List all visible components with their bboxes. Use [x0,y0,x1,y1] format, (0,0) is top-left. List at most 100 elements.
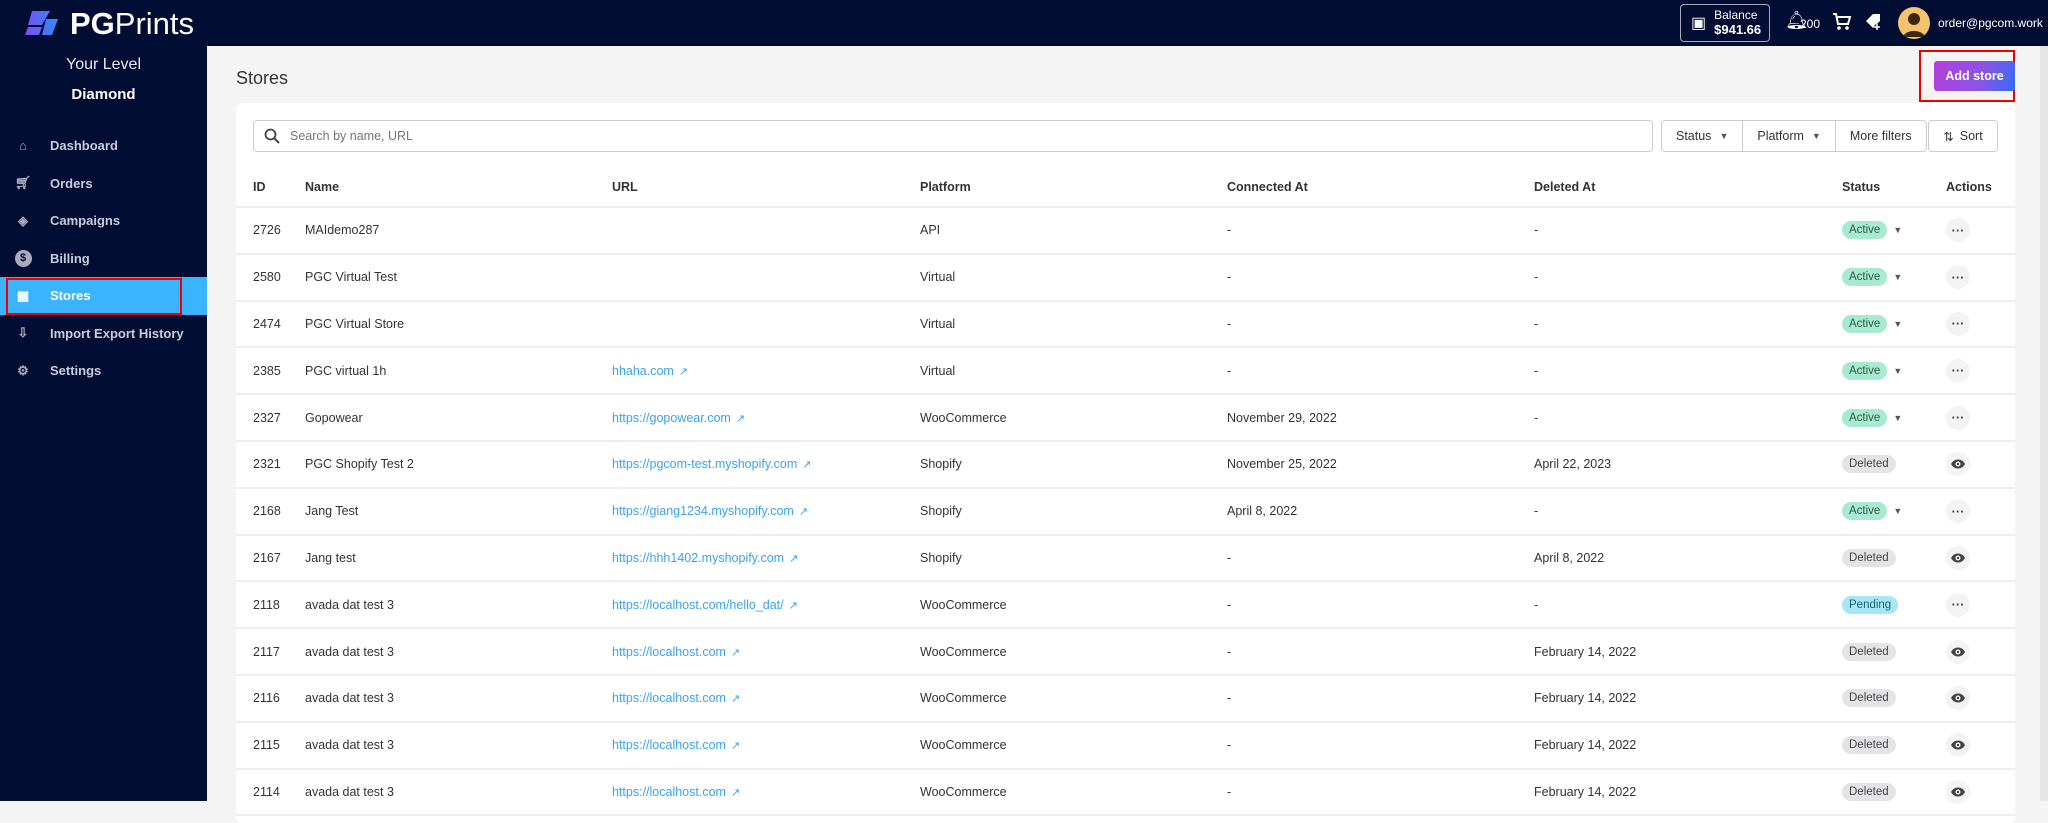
more-actions-icon[interactable]: ··· [1946,592,1970,617]
store-url-link[interactable]: https://pgcom-test.myshopify.com ↗ [612,457,811,471]
store-id: 2114 [236,768,305,817]
store-url-link[interactable]: hhaha.com ↗ [612,364,688,378]
dollar-icon: $ [14,249,32,267]
store-platform: Virtual [920,253,1227,302]
status-dropdown-icon[interactable]: ▼ [1893,366,1902,376]
sidebar-item-dashboard[interactable]: ⌂ Dashboard [0,127,207,165]
connected-at: - [1227,581,1534,630]
sidebar-item-orders[interactable]: 🛒︎ Orders [0,165,207,203]
store-url-cell [612,300,920,349]
cart-icon[interactable] [1832,12,1852,32]
store-url-link[interactable]: https://hhh1402.myshopify.com ↗ [612,551,798,565]
table-row[interactable]: 2116 avada dat test 3 https://localhost.co… [236,674,2015,723]
status-dropdown-icon[interactable]: ▼ [1893,272,1902,282]
status-dropdown-icon[interactable]: ▼ [1893,506,1902,516]
table-row[interactable]: 2167 Jang test https://hhh1402.myshopify.c… [236,534,2015,583]
balance-widget[interactable]: ▣ Balance $941.66 [1680,4,1770,42]
status-filter[interactable]: Status ▼ [1662,121,1744,151]
view-icon[interactable] [1946,452,1970,477]
view-icon[interactable] [1946,545,1970,570]
store-id: 2167 [236,534,305,583]
deleted-at: February 14, 2022 [1534,628,1842,676]
store-platform: API [920,207,1227,255]
status-badge[interactable]: Active [1842,408,1888,427]
platform-filter[interactable]: Platform ▼ [1743,121,1836,151]
more-actions-icon[interactable]: ··· [1946,358,1970,383]
table-row[interactable]: 2118 avada dat test 3 https://localhost.co… [236,581,2015,630]
deleted-at: April 22, 2023 [1534,440,1842,489]
table-row[interactable]: 2321 PGC Shopify Test 2 https://pgcom-test… [236,440,2015,489]
status-badge[interactable]: Active [1842,361,1888,380]
more-actions-icon[interactable]: ··· [1946,218,1970,243]
nav-label: Settings [50,363,102,379]
table-row[interactable]: 2168 Jang Test https://giang1234.myshopify… [236,487,2015,536]
scrollbar[interactable] [2040,46,2048,801]
store-url: https://localhost.com [612,784,726,799]
sort-button[interactable]: ⇅ Sort [1928,120,1998,152]
more-actions-icon[interactable]: ··· [1946,265,1970,290]
store-url-cell [612,253,920,302]
store-url-link[interactable]: https://gopowear.com ↗ [612,411,745,425]
notification-count: 200 [1800,17,1821,31]
sidebar-item-import-export-history[interactable]: ⇩ Import Export History [0,315,207,353]
status-dropdown-icon[interactable]: ▼ [1893,413,1902,423]
table-row[interactable]: 2114 avada dat test 3 https://localhost.co… [236,768,2015,817]
view-icon[interactable] [1946,686,1970,711]
status-dropdown-icon[interactable]: ▼ [1893,319,1902,329]
table-row[interactable]: 2327 Gopowear https://gopowear.com ↗ WooComm… [236,394,2015,442]
table-row[interactable]: 2117 avada dat test 3 https://localhost.co… [236,628,2015,676]
store-platform: WooCommerce [920,674,1227,723]
sidebar-item-settings[interactable]: ⚙ Settings [0,352,207,390]
add-store-button[interactable]: Add store [1934,61,2015,91]
status-cell: Deleted [1842,534,1946,583]
more-actions-icon[interactable]: ··· [1946,311,1970,336]
status-badge[interactable]: Active [1842,268,1888,287]
store-url-link[interactable]: https://localhost.com ↗ [612,645,740,659]
sidebar-item-stores[interactable]: ▦ Stores [0,277,207,315]
actions-cell [1946,440,2015,489]
status-cell: Active ▼ [1842,207,1946,255]
store-id: 2116 [236,674,305,723]
user-email[interactable]: order@pgcom.work [1938,16,2043,30]
nav-label: Billing [50,250,90,266]
more-actions-icon[interactable]: ··· [1946,499,1970,524]
logo[interactable]: PGPrints [22,6,194,42]
column-header: Deleted At [1534,167,1842,208]
search-box[interactable] [253,120,1653,152]
store-url-cell: https://localhost.com ↗ [612,628,920,676]
status-cell: Active ▼ [1842,347,1946,396]
level-label: Your Level [65,56,142,73]
more-filters-button[interactable]: More filters [1836,121,1926,151]
status-dropdown-icon[interactable]: ▼ [1893,225,1902,235]
top-bar: PGPrints ▣ Balance $941.66 🔔︎ 200 order@p… [0,0,2048,46]
store-id: 2115 [236,721,305,770]
avatar[interactable] [1898,7,1930,39]
search-input[interactable] [290,129,1652,143]
store-url-link[interactable]: https://localhost.com ↗ [612,691,740,705]
sidebar-item-campaigns[interactable]: ◈ Campaigns [0,202,207,240]
store-url-link[interactable]: https://giang1234.myshopify.com ↗ [612,504,808,518]
external-link-icon: ↗ [789,552,799,565]
nav-label: Orders [50,175,93,191]
table-row[interactable]: 2726 MAIdemo287 API - - Active ▼ ··· [236,207,2015,255]
tag-add-icon[interactable] [1864,12,1884,32]
status-badge[interactable]: Active [1842,314,1888,333]
table-row[interactable]: 2580 PGC Virtual Test Virtual - - Active ▼ ··· [236,253,2015,302]
view-icon[interactable] [1946,733,1970,758]
sidebar-item-billing[interactable]: $ Billing [0,240,207,278]
stores-table: ID Name URL Platform Connected At Deleted At S… [236,167,2015,817]
status-badge: Pending [1842,595,1899,614]
more-actions-icon[interactable]: ··· [1946,405,1970,430]
status-badge[interactable]: Active [1842,221,1888,240]
status-badge[interactable]: Active [1842,502,1888,521]
view-icon[interactable] [1946,779,1970,804]
store-url-link[interactable]: https://localhost.com/hello_dat/ ↗ [612,598,798,612]
view-icon[interactable] [1946,639,1970,664]
store-url-link[interactable]: https://localhost.com ↗ [612,738,740,752]
balance-value: $941.66 [1714,22,1762,37]
import-icon: ⇩ [17,325,29,341]
table-row[interactable]: 2115 avada dat test 3 https://localhost.co… [236,721,2015,770]
store-url-link[interactable]: https://localhost.com ↗ [612,785,740,799]
table-row[interactable]: 2474 PGC Virtual Store Virtual - - Active ▼ ··· [236,300,2015,349]
table-row[interactable]: 2385 PGC virtual 1h hhaha.com ↗ Virtual - - Act… [236,347,2015,396]
